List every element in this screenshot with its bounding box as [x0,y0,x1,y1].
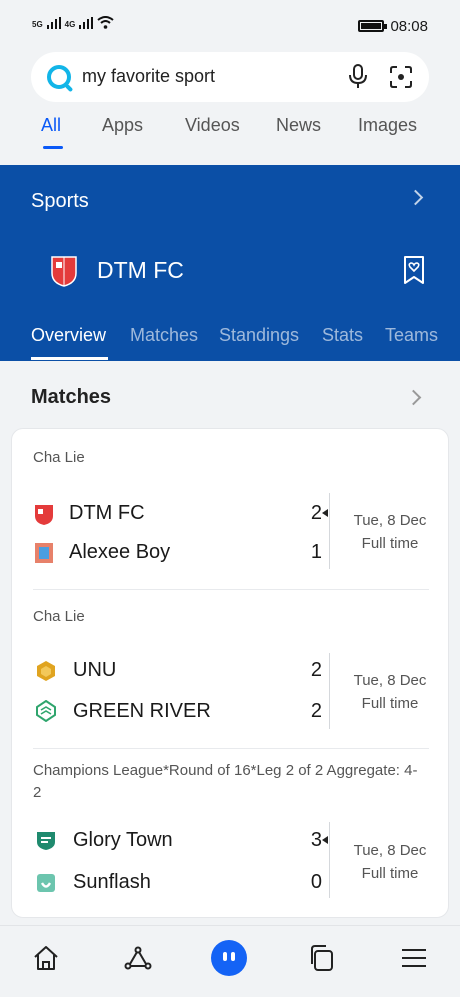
team-crest-icon [37,661,55,681]
matches-list: Cha Lie DTM FC 2 Alexee Boy 1 Tue, 8 Dec… [11,428,449,918]
subtab-teams[interactable]: Teams [385,325,438,346]
match-status: Full time [361,695,419,712]
tab-all[interactable]: All [41,115,61,136]
home-score: 2 [310,502,322,524]
active-subtab-indicator [31,357,108,360]
sports-card: Sports DTM FC Overview Matches Standings… [0,165,460,361]
menu-icon[interactable] [398,942,430,974]
match-status: Full time [361,535,419,552]
route-icon[interactable] [122,942,154,974]
status-bar: 5G 4G 08:08 [0,0,460,52]
team-crest-icon [35,505,53,525]
home-team-name[interactable]: DTM FC [69,502,145,525]
subtab-overview[interactable]: Overview [31,325,106,346]
tab-apps[interactable]: Apps [102,115,143,136]
active-tab-indicator [43,146,63,149]
team-crest-icon [35,543,53,563]
match-date: Tue, 8 Dec [353,512,427,529]
tabs-icon[interactable] [306,942,338,974]
match-status: Full time [361,865,419,882]
divider [33,589,429,590]
away-team-name[interactable]: Sunflash [73,871,151,894]
bookmark-heart-icon[interactable] [402,255,426,285]
home-icon[interactable] [30,942,62,974]
network-label-2: 4G [64,20,76,29]
wifi-icon [97,16,114,29]
divider [329,822,330,898]
signal-indicators: 5G 4G [32,16,114,29]
away-score: 1 [310,541,322,563]
clock: 08:08 [390,18,428,35]
assistant-icon[interactable] [210,939,248,977]
team-crest-icon [37,874,55,892]
sports-card-title[interactable]: Sports [31,190,89,213]
away-score: 0 [310,871,322,893]
scan-icon[interactable] [389,65,413,89]
league-name: Cha Lie [33,608,85,625]
microphone-icon[interactable] [347,64,369,90]
league-name: Champions League*Round of 16*Leg 2 of 2 … [33,762,418,801]
divider [33,748,429,749]
home-team-name[interactable]: UNU [73,659,116,682]
away-score: 2 [310,700,322,722]
tab-videos[interactable]: Videos [185,115,240,136]
away-team-name[interactable]: Alexee Boy [69,541,170,564]
matches-section-title[interactable]: Matches [31,386,111,409]
winner-indicator-icon [322,836,328,844]
team-name: DTM FC [97,257,184,283]
signal-icon [46,17,61,29]
search-logo-icon [47,65,71,89]
bottom-navigation [0,925,460,997]
signal-icon [79,17,94,29]
home-score: 2 [310,659,322,681]
network-label-1: 5G [32,20,43,29]
league-name: Cha Lie [33,449,85,466]
winner-indicator-icon [322,509,328,517]
tab-images[interactable]: Images [358,115,417,136]
match-date: Tue, 8 Dec [353,842,427,859]
home-score: 3 [310,829,322,851]
chevron-right-icon[interactable] [407,189,424,206]
team-crest-icon [37,832,55,850]
search-category-tabs: All Apps Videos News Images [0,108,460,160]
search-bar[interactable]: my favorite sport [31,52,429,102]
team-crest-icon [36,700,56,722]
subtab-standings[interactable]: Standings [219,325,299,346]
subtab-matches[interactable]: Matches [130,325,198,346]
subtab-stats[interactable]: Stats [322,325,363,346]
away-team-name[interactable]: GREEN RIVER [73,700,211,723]
match-date: Tue, 8 Dec [353,672,427,689]
chevron-right-icon[interactable] [405,389,422,406]
team-crest-icon [51,256,77,287]
divider [329,653,330,729]
home-team-name[interactable]: Glory Town [73,829,173,852]
battery-icon [358,20,387,32]
tab-news[interactable]: News [276,115,321,136]
search-input[interactable]: my favorite sport [82,66,215,87]
divider [329,493,330,569]
